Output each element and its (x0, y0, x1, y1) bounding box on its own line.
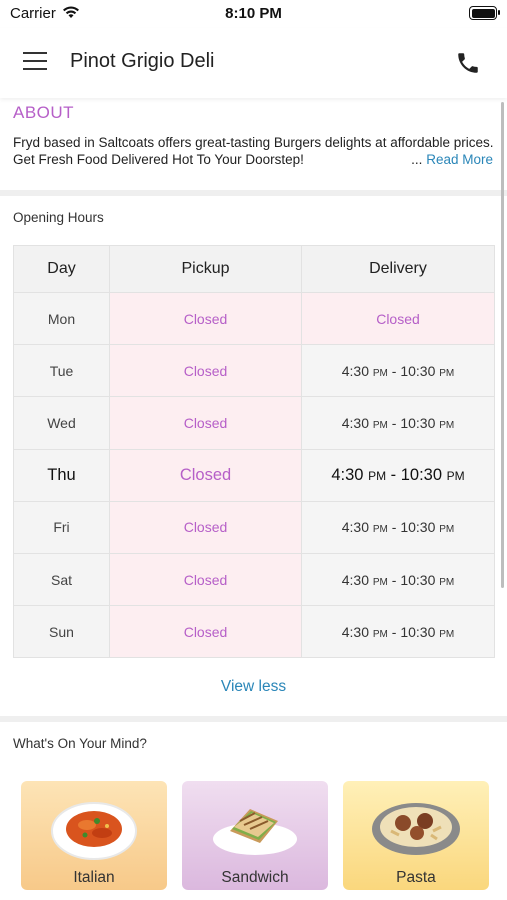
table-row: Sun Closed 4:30 PM - 10:30 PM (13, 605, 495, 659)
delivery-end-ampm: PM (439, 367, 455, 379)
day-cell: Thu (13, 448, 110, 502)
delivery-end-ampm: PM (439, 524, 455, 536)
delivery-start-ampm: PM (372, 524, 388, 536)
delivery-start: 4:30 (341, 414, 369, 431)
delivery-end-ampm: PM (439, 576, 455, 588)
delivery-end: 10:30 (400, 362, 436, 379)
day-cell: Wed (13, 396, 110, 450)
delivery-cell: 4:30 PM - 10:30 PM (301, 500, 495, 554)
delivery-start: 4:30 (341, 519, 369, 536)
category-card-sandwich[interactable]: Sandwich (182, 781, 328, 890)
day-cell: Sun (13, 605, 110, 659)
table-row: Mon Closed Closed (13, 291, 495, 346)
app-header: Pinot Grigio Deli (0, 28, 507, 98)
day-cell: Fri (13, 500, 110, 554)
about-heading: ABOUT (13, 103, 75, 122)
delivery-start: 4:30 (331, 465, 364, 484)
read-more-link[interactable]: Read More (426, 152, 493, 167)
delivery-end: 10:30 (400, 519, 436, 536)
delivery-start: 4:30 (341, 571, 369, 588)
pickup-cell: Closed (109, 291, 302, 346)
pickup-cell: Closed (109, 552, 302, 607)
table-row: Sat Closed 4:30 PM - 10:30 PM (13, 552, 495, 607)
pickup-cell: Closed (109, 500, 302, 554)
about-section: ABOUT Fryd based in Saltcoats offers gre… (0, 98, 500, 190)
delivery-start-ampm: PM (372, 419, 388, 431)
delivery-cell: 4:30 PM - 10:30 PM (301, 344, 495, 398)
opening-hours-section: Opening Hours Day Pickup Delivery Mon Cl… (0, 196, 500, 716)
delivery-end-ampm: PM (439, 628, 455, 640)
delivery-end: 10:30 (400, 465, 443, 484)
pickup-cell: Closed (109, 448, 302, 502)
delivery-start: 4:30 (341, 623, 369, 640)
delivery-start: 4:30 (341, 362, 369, 379)
delivery-separator: - (387, 623, 401, 640)
section-divider (0, 716, 507, 722)
meatball-pasta-icon (372, 803, 460, 855)
opening-hours-title: Opening Hours (13, 210, 104, 225)
pasta-plate-icon (51, 802, 137, 860)
delivery-start-ampm: PM (372, 367, 388, 379)
pickup-cell: Closed (109, 396, 302, 450)
day-cell: Tue (13, 344, 110, 398)
column-header-pickup: Pickup (109, 245, 302, 293)
table-header-row: Day Pickup Delivery (13, 245, 495, 293)
category-card-italian[interactable]: Italian (21, 781, 167, 890)
delivery-cell: 4:30 PM - 10:30 PM (301, 448, 495, 502)
delivery-cell: 4:30 PM - 10:30 PM (301, 605, 495, 659)
phone-icon[interactable] (455, 50, 481, 76)
delivery-cell: 4:30 PM - 10:30 PM (301, 552, 495, 607)
delivery-separator: - (387, 519, 401, 536)
category-label: Pasta (396, 869, 436, 886)
table-row: Fri Closed 4:30 PM - 10:30 PM (13, 500, 495, 554)
ellipsis: ... (411, 152, 423, 167)
column-header-day: Day (13, 245, 110, 293)
scrollbar[interactable] (501, 102, 504, 588)
hamburger-menu-icon[interactable] (23, 52, 47, 70)
delivery-separator: - (387, 362, 401, 379)
opening-hours-table: Day Pickup Delivery Mon Closed Closed Tu… (13, 245, 495, 659)
delivery-separator: - (387, 414, 401, 431)
battery-icon (469, 6, 500, 20)
delivery-cell: Closed (301, 291, 495, 346)
delivery-separator: - (387, 571, 401, 588)
category-card-pasta[interactable]: Pasta (343, 781, 489, 890)
categories-title: What's On Your Mind? (13, 736, 147, 751)
sandwich-icon (213, 809, 297, 855)
pickup-cell: Closed (109, 605, 302, 659)
delivery-start-ampm: PM (372, 576, 388, 588)
read-more-row: ... Read More (411, 152, 493, 167)
day-cell: Sat (13, 552, 110, 607)
table-row-today: Thu Closed 4:30 PM - 10:30 PM (13, 448, 495, 502)
delivery-separator: - (386, 465, 401, 484)
delivery-end: 10:30 (400, 623, 436, 640)
delivery-end-ampm: PM (446, 468, 465, 483)
delivery-end: 10:30 (400, 414, 436, 431)
page-title: Pinot Grigio Deli (70, 50, 215, 72)
delivery-end-ampm: PM (439, 419, 455, 431)
table-row: Wed Closed 4:30 PM - 10:30 PM (13, 396, 495, 450)
pickup-cell: Closed (109, 344, 302, 398)
table-row: Tue Closed 4:30 PM - 10:30 PM (13, 344, 495, 398)
day-cell: Mon (13, 291, 110, 346)
delivery-cell: 4:30 PM - 10:30 PM (301, 396, 495, 450)
view-less-link[interactable]: View less (0, 678, 507, 696)
status-bar: Carrier 8:10 PM (0, 0, 507, 28)
delivery-end: 10:30 (400, 571, 436, 588)
delivery-start-ampm: PM (372, 628, 388, 640)
column-header-delivery: Delivery (301, 245, 495, 293)
status-time: 8:10 PM (225, 5, 282, 22)
category-label: Sandwich (221, 869, 289, 886)
delivery-start-ampm: PM (368, 468, 387, 483)
category-label: Italian (73, 869, 115, 886)
